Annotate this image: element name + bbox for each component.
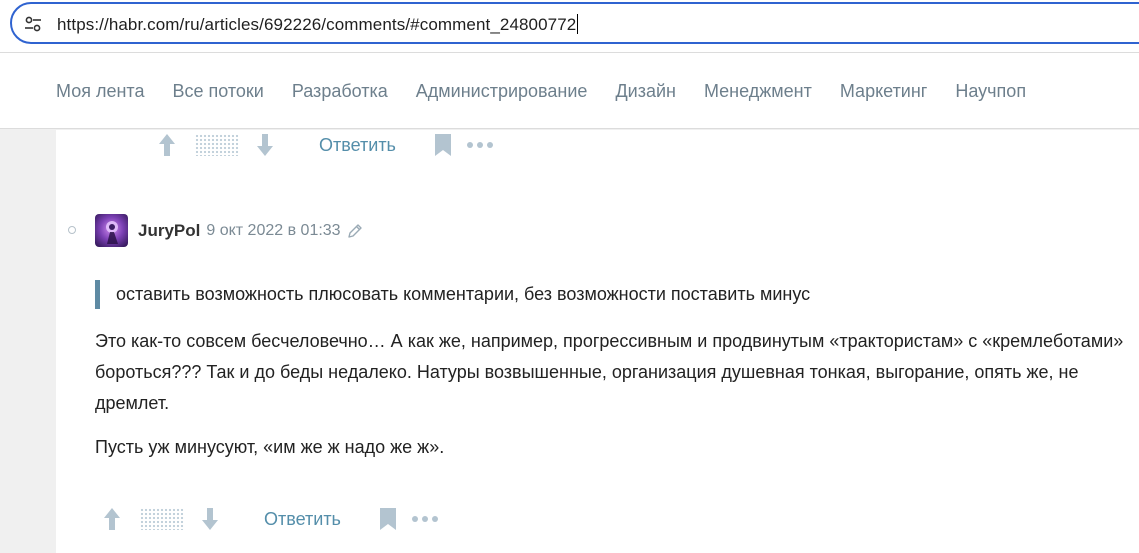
nav-item-popular-science[interactable]: Научпоп [955, 81, 1026, 102]
pencil-icon [347, 223, 362, 238]
comment-body: Это как-то совсем бесчеловечно… А как же… [95, 326, 1125, 476]
avatar[interactable] [95, 214, 128, 247]
nav-item-marketing[interactable]: Маркетинг [840, 81, 928, 102]
nav-item-design[interactable]: Дизайн [615, 81, 676, 102]
site-settings-icon[interactable] [24, 15, 42, 33]
vote-up-icon[interactable] [102, 506, 122, 532]
url-text[interactable]: https://habr.com/ru/articles/692226/comm… [57, 14, 579, 35]
nav-item-all-streams[interactable]: Все потоки [172, 81, 263, 102]
bookmark-icon[interactable] [379, 507, 397, 531]
reply-button[interactable]: Ответить [319, 135, 396, 156]
prev-comment-actions: Ответить [157, 130, 494, 160]
comment-paragraph: Пусть уж минусуют, «им же ж надо же ж». [95, 437, 445, 457]
nav-item-administration[interactable]: Администрирование [416, 81, 588, 102]
thread-marker [68, 226, 76, 234]
comment-paragraph: Это как-то совсем бесчеловечно… А как же… [95, 331, 1124, 413]
comment-quote: оставить возможность плюсовать комментар… [95, 280, 810, 309]
vote-down-icon[interactable] [200, 506, 220, 532]
address-bar[interactable]: https://habr.com/ru/articles/692226/comm… [10, 2, 1139, 44]
vote-down-icon[interactable] [255, 132, 275, 158]
more-options-icon[interactable] [411, 514, 439, 524]
nav-item-management[interactable]: Менеджмент [704, 81, 812, 102]
site-navigation: Моя лента Все потоки Разработка Админист… [0, 53, 1139, 129]
comment-header: JuryPol 9 окт 2022 в 01:33 [95, 214, 363, 247]
comment-date[interactable]: 9 окт 2022 в 01:33 [206, 222, 340, 240]
score-placeholder [140, 508, 184, 530]
bookmark-icon[interactable] [434, 133, 452, 157]
vote-up-icon[interactable] [157, 132, 177, 158]
nav-list: Моя лента Все потоки Разработка Админист… [56, 81, 1054, 102]
reply-button[interactable]: Ответить [264, 509, 341, 530]
nav-item-my-feed[interactable]: Моя лента [56, 81, 144, 102]
comment-author[interactable]: JuryPol [138, 221, 200, 241]
more-options-icon[interactable] [466, 140, 494, 150]
comment-actions: Ответить [102, 504, 439, 534]
browser-toolbar: https://habr.com/ru/articles/692226/comm… [0, 0, 1139, 53]
score-placeholder [195, 134, 239, 156]
text-caret [577, 14, 579, 34]
nav-item-development[interactable]: Разработка [292, 81, 388, 102]
